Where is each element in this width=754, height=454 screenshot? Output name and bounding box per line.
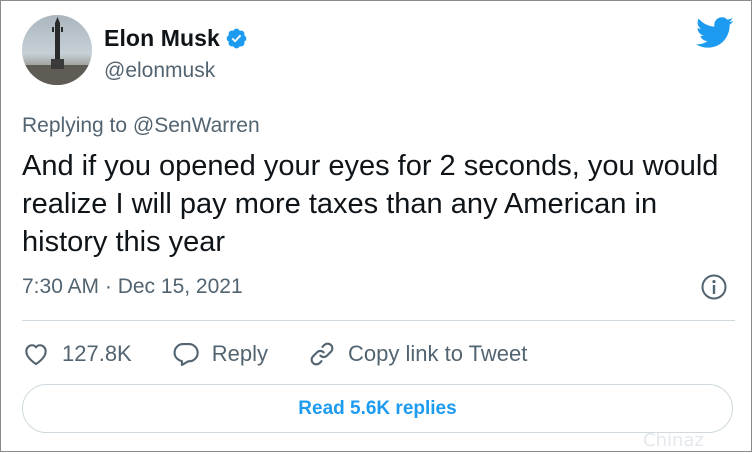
like-button[interactable]: 127.8K <box>22 340 132 368</box>
heart-icon <box>25 344 47 366</box>
tweet-text: And if you opened your eyes for 2 second… <box>22 150 719 258</box>
author-name[interactable]: Elon Musk <box>104 25 220 52</box>
read-replies-button[interactable]: Read 5.6K replies <box>22 384 733 433</box>
verified-badge-icon <box>226 28 247 49</box>
tweet-timestamp[interactable]: 7:30 AM · Dec 15, 2021 <box>22 275 243 299</box>
tweet-card: Elon Musk @elonmusk Replying to @SenWarr… <box>0 0 752 452</box>
reply-label: Reply <box>211 341 268 366</box>
reply-bubble-icon <box>173 343 199 367</box>
replying-to: Replying to @SenWarren <box>22 114 260 138</box>
watermark: Chinaz <box>643 430 704 451</box>
likes-count: 127.8K <box>62 341 132 366</box>
tweet-actions: 127.8K Reply Copy link to Tweet <box>22 337 567 371</box>
reply-mention-link[interactable]: @SenWarren <box>133 114 260 137</box>
twitter-bird-icon[interactable] <box>696 17 734 49</box>
avatar[interactable] <box>22 15 92 85</box>
author-name-row: Elon Musk <box>104 25 248 52</box>
replying-prefix: Replying to <box>22 114 133 137</box>
reply-button[interactable]: Reply <box>172 340 268 368</box>
divider <box>22 320 735 321</box>
info-icon[interactable] <box>700 273 728 301</box>
copy-link-label: Copy link to Tweet <box>347 341 528 366</box>
copy-link-button[interactable]: Copy link to Tweet <box>308 340 527 368</box>
author-handle[interactable]: @elonmusk <box>104 59 215 83</box>
tweet-header: Elon Musk @elonmusk <box>22 15 737 95</box>
link-icon <box>310 342 334 366</box>
